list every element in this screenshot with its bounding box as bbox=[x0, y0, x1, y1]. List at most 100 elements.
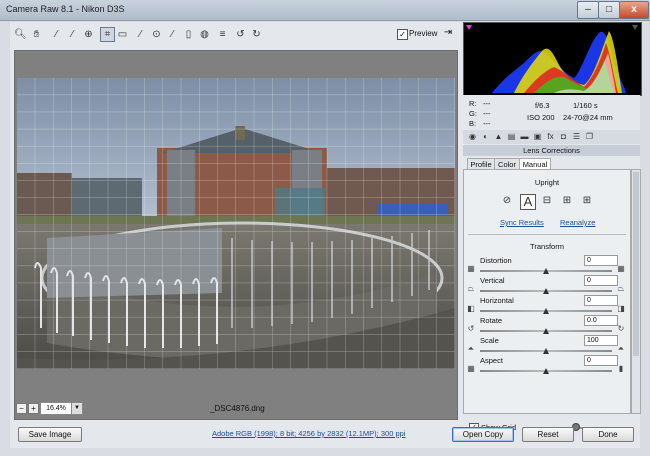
distortion-minus-icon: ▦ bbox=[467, 264, 475, 273]
histogram bbox=[463, 22, 642, 96]
hsl-icon[interactable]: ▤ bbox=[506, 132, 517, 142]
split-toning-icon[interactable]: ▬ bbox=[519, 132, 530, 142]
minimize-button[interactable]: – bbox=[577, 1, 599, 19]
horizontal-value-field[interactable]: 0 bbox=[584, 295, 618, 306]
divider bbox=[468, 234, 626, 235]
zoom-dropdown-icon[interactable]: ▼ bbox=[71, 402, 83, 415]
scale-slider-thumb[interactable] bbox=[543, 348, 549, 354]
targeted-adjustment-icon[interactable]: ⊕ bbox=[82, 28, 95, 41]
zoom-level-field[interactable]: 16.4% bbox=[40, 402, 72, 415]
b-value: --- bbox=[483, 119, 491, 128]
scale-plus-icon: ⏶ bbox=[617, 344, 625, 353]
preview-label: Preview bbox=[409, 29, 438, 38]
rotate-plus-icon: ↻ bbox=[617, 324, 625, 333]
iso-value: ISO 200 bbox=[527, 113, 555, 122]
vertical-value-field[interactable]: 0 bbox=[584, 275, 618, 286]
vertical-minus-icon: ⏢ bbox=[467, 284, 475, 293]
distortion-plus-icon: ▦ bbox=[617, 264, 625, 273]
horizontal-plus-icon: ◨ bbox=[617, 304, 625, 313]
upright-full-icon[interactable]: ⊞ bbox=[580, 194, 594, 208]
camera-calibration-icon[interactable]: ◘ bbox=[558, 132, 569, 142]
aspect-value-field[interactable]: 0 bbox=[584, 355, 618, 366]
aspect-minus-icon: ▦ bbox=[467, 364, 475, 373]
transform-label: Transform bbox=[530, 242, 564, 251]
basic-panel-icon[interactable]: ◉ bbox=[467, 132, 478, 142]
toolbar: 🔍︎ ✋︎ ⁄ ⁄ ⊕ ⌗ ▭ ⁄ ⊙ ⁄ ▯ ◍ ≡ ↺ ↻ ✓ Previe… bbox=[10, 22, 460, 48]
save-image-button[interactable]: Save Image bbox=[18, 427, 82, 442]
adjustment-brush-icon[interactable]: ⁄ bbox=[166, 28, 179, 41]
rotate-ccw-icon[interactable]: ↺ bbox=[234, 28, 247, 41]
straighten-icon[interactable]: ▭ bbox=[116, 28, 129, 41]
manual-tab-content: Upright ⊘ A ⊟ ⊞ ⊞ Sync Results Reanalyze… bbox=[463, 169, 631, 414]
graduated-filter-icon[interactable]: ▯ bbox=[182, 28, 195, 41]
upright-vertical-icon[interactable]: ⊞ bbox=[560, 194, 574, 208]
spot-removal-icon[interactable]: ⁄ bbox=[134, 28, 147, 41]
horizontal-minus-icon: ◧ bbox=[467, 304, 475, 313]
rotate-slider-thumb[interactable] bbox=[543, 328, 549, 334]
radial-filter-icon[interactable]: ◍ bbox=[198, 28, 211, 41]
scrollbar-thumb[interactable] bbox=[633, 172, 639, 356]
reset-button[interactable]: Reset bbox=[522, 427, 574, 442]
lens-value: 24-70@24 mm bbox=[563, 113, 613, 122]
image-preview-pane bbox=[14, 50, 458, 420]
vertical-label: Vertical bbox=[480, 276, 505, 285]
title-bar: Camera Raw 8.1 - Nikon D3S – □ x bbox=[0, 0, 650, 21]
scale-label: Scale bbox=[480, 336, 499, 345]
preview-checkbox[interactable]: ✓ bbox=[397, 29, 408, 40]
distortion-slider-thumb[interactable] bbox=[543, 268, 549, 274]
zoom-out-button[interactable]: − bbox=[16, 403, 27, 414]
upright-auto-button[interactable]: A bbox=[520, 194, 536, 210]
camera-raw-dialog: 🔍︎ ✋︎ ⁄ ⁄ ⊕ ⌗ ▭ ⁄ ⊙ ⁄ ▯ ◍ ≡ ↺ ↻ ✓ Previe… bbox=[10, 22, 642, 448]
done-button[interactable]: Done bbox=[582, 427, 634, 442]
window-title: Camera Raw 8.1 - Nikon D3S bbox=[6, 4, 125, 14]
filename-label: _DSC4876.dng bbox=[210, 404, 265, 413]
rotate-label: Rotate bbox=[480, 316, 503, 325]
open-copy-button[interactable]: Open Copy bbox=[452, 427, 514, 442]
panel-tabs: ◉ ◐ ▲ ▤ ▬ ▣ fx ◘ ☰ ❐ bbox=[463, 130, 640, 144]
aperture-value: f/6.3 bbox=[535, 101, 550, 110]
effects-icon[interactable]: fx bbox=[545, 132, 556, 142]
camera-info: R: --- G: --- B: --- f/6.3 1/160 s ISO 2… bbox=[463, 95, 640, 131]
horizontal-slider-thumb[interactable] bbox=[543, 308, 549, 314]
tone-curve-icon[interactable]: ◐ bbox=[480, 132, 491, 142]
color-sampler-icon[interactable]: ⁄ bbox=[66, 28, 79, 41]
white-balance-icon[interactable]: ⁄ bbox=[50, 28, 63, 41]
g-label: G: bbox=[469, 109, 477, 118]
snapshots-icon[interactable]: ❐ bbox=[584, 132, 595, 142]
scale-value-field[interactable]: 100 bbox=[584, 335, 618, 346]
aspect-label: Aspect bbox=[480, 356, 503, 365]
r-label: R: bbox=[469, 99, 477, 108]
right-panel: R: --- G: --- B: --- f/6.3 1/160 s ISO 2… bbox=[463, 22, 642, 433]
upright-label: Upright bbox=[534, 178, 560, 187]
maximize-button[interactable]: □ bbox=[598, 1, 620, 19]
sync-results-link[interactable]: Sync Results bbox=[500, 218, 544, 227]
distortion-label: Distortion bbox=[480, 256, 512, 265]
hand-icon[interactable]: ✋︎ bbox=[30, 28, 43, 41]
g-value: --- bbox=[483, 109, 491, 118]
presets-icon[interactable]: ☰ bbox=[571, 132, 582, 142]
photo-preview bbox=[17, 78, 455, 369]
workflow-options-link[interactable]: Adobe RGB (1998); 8 bit; 4256 by 2832 (1… bbox=[212, 429, 405, 438]
distortion-value-field[interactable]: 0 bbox=[584, 255, 618, 266]
upright-level-icon[interactable]: ⊟ bbox=[540, 194, 554, 208]
rotate-cw-icon[interactable]: ↻ bbox=[250, 28, 263, 41]
zoom-icon[interactable]: 🔍︎ bbox=[14, 28, 27, 41]
panel-scrollbar[interactable] bbox=[631, 169, 641, 414]
crop-icon[interactable]: ⌗ bbox=[100, 27, 115, 42]
lens-corrections-icon[interactable]: ▣ bbox=[532, 132, 543, 142]
red-eye-icon[interactable]: ⊙ bbox=[150, 28, 163, 41]
upright-off-icon[interactable]: ⊘ bbox=[500, 194, 514, 208]
horizontal-label: Horizontal bbox=[480, 296, 514, 305]
preferences-icon[interactable]: ≡ bbox=[216, 28, 229, 41]
aspect-slider-thumb[interactable] bbox=[543, 368, 549, 374]
zoom-in-button[interactable]: + bbox=[28, 403, 39, 414]
rotate-value-field[interactable]: 0.0 bbox=[584, 315, 618, 326]
reanalyze-link[interactable]: Reanalyze bbox=[560, 218, 595, 227]
fullscreen-icon[interactable]: ⇥ bbox=[442, 27, 454, 39]
b-label: B: bbox=[469, 119, 477, 128]
r-value: --- bbox=[483, 99, 491, 108]
vertical-slider-thumb[interactable] bbox=[543, 288, 549, 294]
detail-icon[interactable]: ▲ bbox=[493, 132, 504, 142]
scale-minus-icon: ⏶ bbox=[467, 344, 475, 353]
close-button[interactable]: x bbox=[619, 1, 649, 19]
